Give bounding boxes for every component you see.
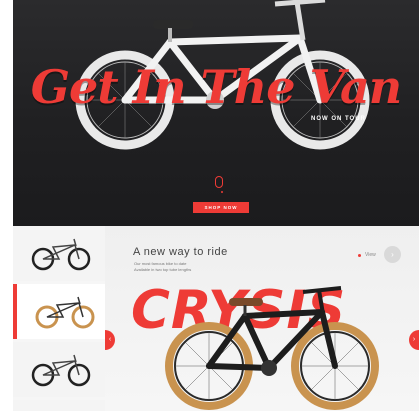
- bike-thumbnail-list: [13, 226, 105, 411]
- product-headline: A new way to ride: [133, 246, 228, 258]
- hero-banner: Get In The Van NOW ON TOUR SHOP NOW: [13, 0, 419, 226]
- bike-thumbnail-4[interactable]: [13, 400, 105, 411]
- hero-title: Get In The Van: [30, 60, 402, 114]
- bike-thumbnail-1[interactable]: [13, 226, 105, 281]
- view-more-button[interactable]: ›: [384, 246, 401, 263]
- chevron-left-icon: ‹: [108, 336, 112, 343]
- view-link[interactable]: View: [365, 252, 376, 258]
- chevron-right-icon: ›: [412, 336, 416, 343]
- bike-thumbnail-image: [31, 354, 91, 387]
- shop-now-button[interactable]: SHOP NOW: [193, 202, 249, 213]
- product-bike-image: [165, 286, 379, 410]
- scroll-mouse-icon[interactable]: [215, 176, 223, 188]
- hero-subtitle: NOW ON TOUR: [311, 116, 366, 122]
- view-indicator-dot: [358, 254, 361, 257]
- bike-thumbnail-3[interactable]: [13, 342, 105, 397]
- bike-thumbnail-image: [35, 296, 95, 329]
- product-section: A new way to ride Our most famous bike t…: [13, 226, 419, 411]
- scroll-indicator-dot: [221, 191, 223, 193]
- bike-thumbnail-image: [31, 238, 91, 271]
- product-description-line-1: Our most famous bike to date: [134, 261, 187, 266]
- product-description-line-2: Available in two top tube lengths: [134, 267, 192, 272]
- bike-thumbnail-2[interactable]: [13, 284, 105, 339]
- chevron-right-icon: ›: [391, 250, 394, 259]
- page: Get In The Van NOW ON TOUR SHOP NOW A ne…: [0, 0, 419, 411]
- product-showcase: A new way to ride Our most famous bike t…: [105, 226, 419, 411]
